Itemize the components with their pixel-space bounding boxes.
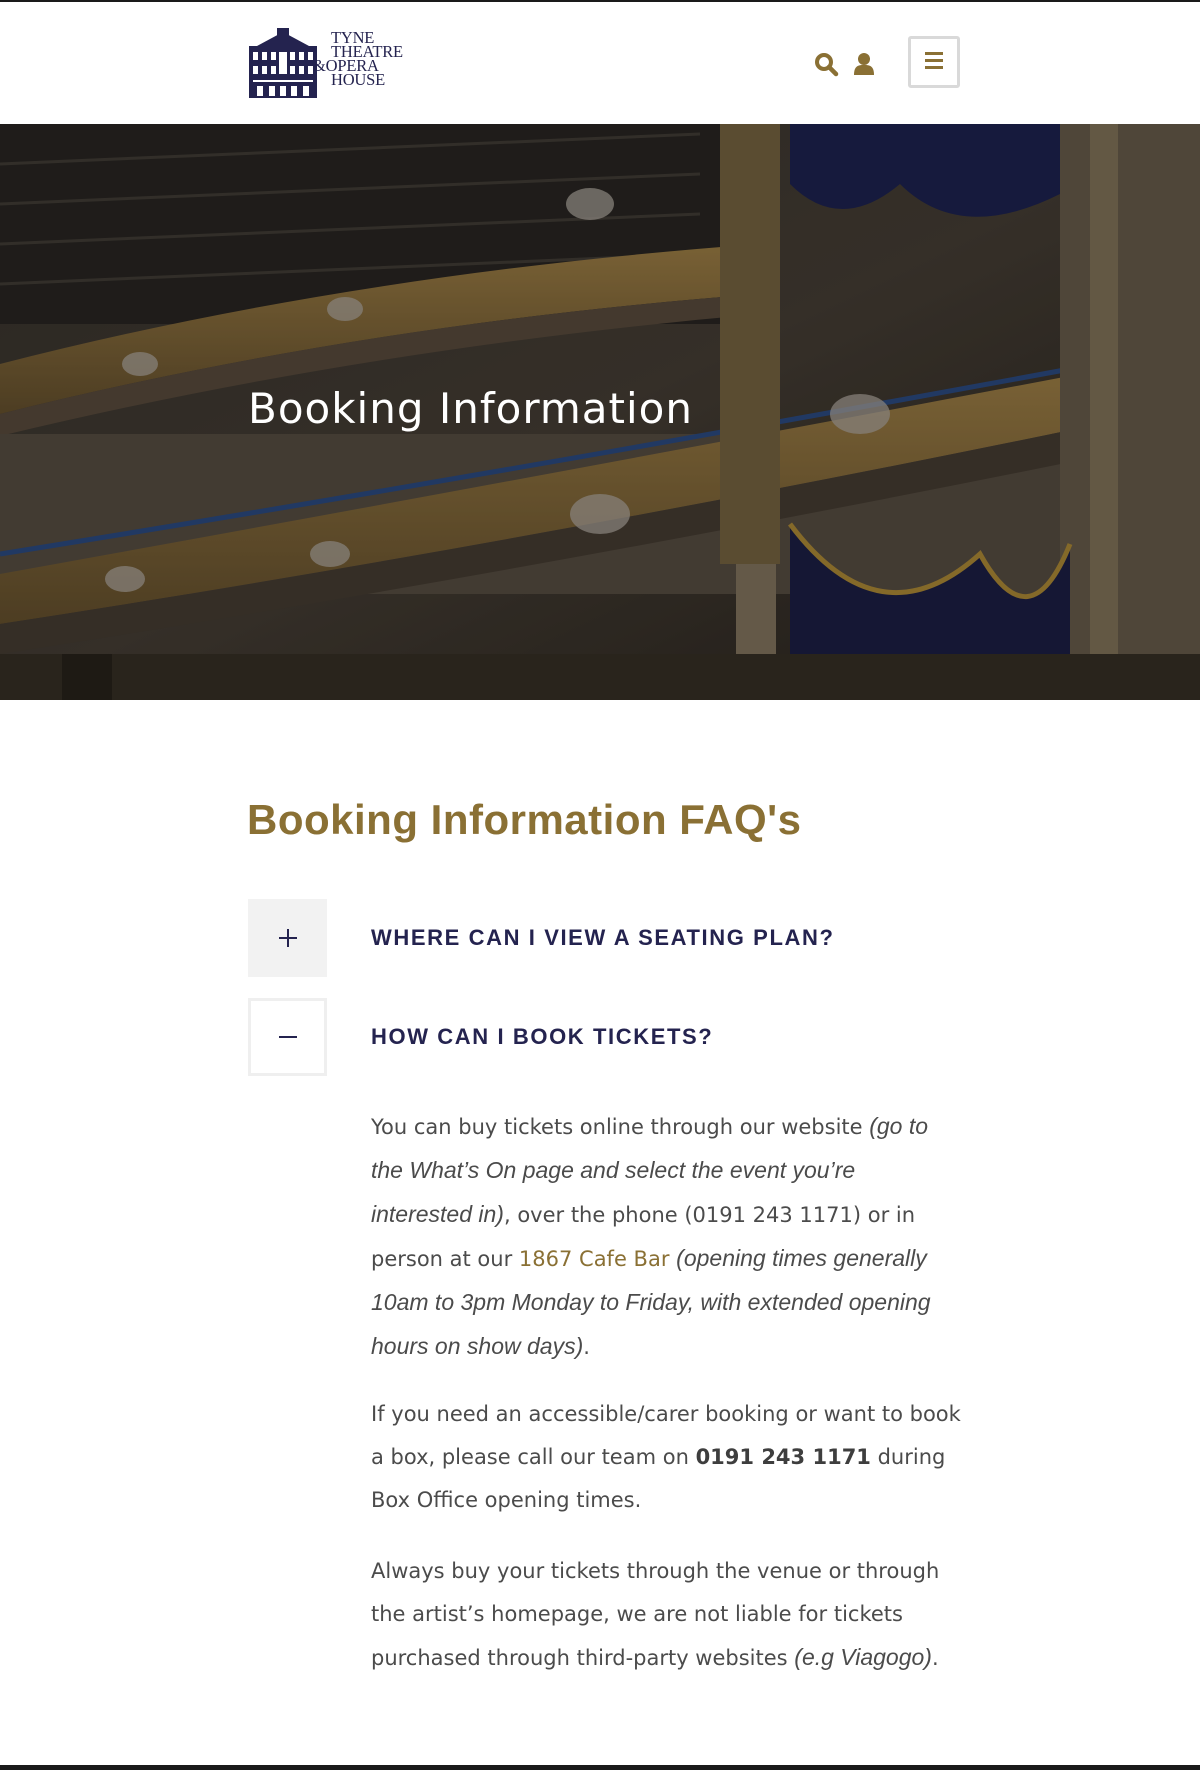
search-icon[interactable] [813,51,839,77]
plus-icon [278,929,297,947]
hero-banner: Booking Information [0,124,1200,700]
faq-heading: Booking Information FAQ's [247,796,802,843]
answer-text-italic: (e.g Viagogo) [794,1644,932,1670]
bottom-border [0,1765,1200,1770]
answer-paragraph: Always buy your tickets through the venu… [371,1550,961,1680]
cafe-bar-link[interactable]: 1867 Cafe Bar [519,1247,670,1271]
faq-item-book-tickets[interactable]: HOW CAN I BOOK TICKETS? [248,998,960,1076]
answer-paragraph: You can buy tickets online through our w… [371,1105,961,1369]
expand-toggle[interactable] [248,899,327,977]
answer-paragraph: If you need an accessible/carer booking … [371,1393,961,1522]
collapse-toggle[interactable] [248,998,327,1076]
faq-item-seating-plan[interactable]: WHERE CAN I VIEW A SEATING PLAN? [248,899,960,977]
faq-question[interactable]: WHERE CAN I VIEW A SEATING PLAN? [371,899,835,977]
faq-question[interactable]: HOW CAN I BOOK TICKETS? [371,998,713,1076]
site-header: TYNE THEATRE &OPERA HOUSE [0,2,1200,124]
theatre-building-icon [249,28,317,98]
answer-text: . [931,1646,939,1670]
phone-number: 0191 243 1171 [695,1445,871,1469]
answer-text: You can buy tickets online through our w… [371,1115,870,1139]
logo-line: HOUSE [331,70,386,89]
answer-text: . [583,1335,590,1359]
site-logo[interactable]: TYNE THEATRE &OPERA HOUSE [247,28,447,100]
minus-icon [278,1036,297,1038]
menu-button[interactable] [908,36,960,88]
logo-wordmark: TYNE THEATRE &OPERA HOUSE [313,29,403,89]
page-title: Booking Information [248,384,693,433]
user-icon[interactable] [851,51,877,77]
